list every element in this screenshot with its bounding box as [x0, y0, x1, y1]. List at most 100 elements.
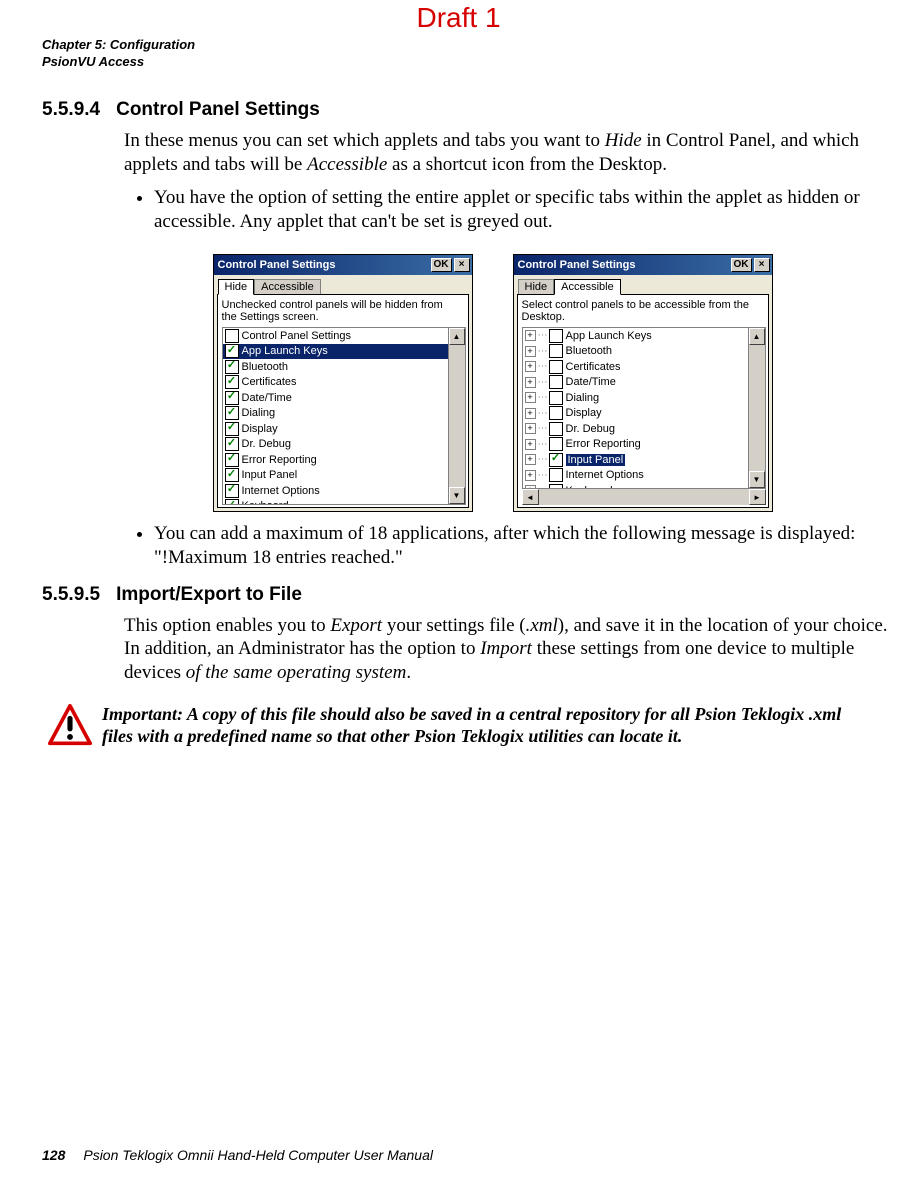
scroll-up-icon[interactable]: ▲: [749, 328, 765, 345]
scroll-left-icon[interactable]: ◄: [522, 489, 539, 505]
tab-hide[interactable]: Hide: [218, 279, 255, 295]
list-item-label: Dialing: [242, 407, 276, 419]
warning-icon: [48, 703, 92, 752]
tree-item-label: Date/Time: [566, 376, 616, 388]
hint-text: Select control panels to be accessible f…: [522, 299, 766, 324]
tree-item[interactable]: ⋯Bluetooth: [523, 344, 748, 360]
checkbox-unchecked-icon[interactable]: [549, 437, 563, 451]
list-item[interactable]: Error Reporting: [223, 452, 448, 468]
checkbox-unchecked-icon[interactable]: [549, 406, 563, 420]
expand-icon[interactable]: [525, 439, 536, 450]
expand-icon[interactable]: [525, 392, 536, 403]
important-note: Important: A copy of this file should al…: [102, 703, 872, 748]
tree-item[interactable]: ⋯ Input Panel: [523, 452, 748, 468]
checkbox-unchecked-icon[interactable]: [549, 422, 563, 436]
section-heading-1: 5.5.9.4 Control Panel Settings: [42, 99, 903, 121]
tree-item-label: Input Panel: [566, 454, 626, 466]
expand-icon[interactable]: [525, 361, 536, 372]
expand-icon[interactable]: [525, 485, 536, 488]
tree-connector-icon: ⋯: [538, 454, 546, 465]
expand-icon[interactable]: [525, 330, 536, 341]
close-button[interactable]: ×: [454, 258, 470, 272]
list-item[interactable]: Dr. Debug: [223, 437, 448, 453]
expand-icon[interactable]: [525, 454, 536, 465]
tree-item[interactable]: ⋯Dr. Debug: [523, 421, 748, 437]
ok-button[interactable]: OK: [731, 258, 752, 272]
checkbox-checked-icon[interactable]: [225, 453, 239, 467]
scroll-down-icon[interactable]: ▼: [749, 471, 765, 488]
tree-item[interactable]: ⋯App Launch Keys: [523, 328, 748, 344]
checkbox-unchecked-icon[interactable]: [549, 344, 563, 358]
list-item[interactable]: Keyboard: [223, 499, 448, 505]
scroll-right-icon[interactable]: ►: [749, 489, 766, 505]
scroll-up-icon[interactable]: ▲: [449, 328, 465, 345]
list-item[interactable]: App Launch Keys: [223, 344, 448, 360]
tab-hide[interactable]: Hide: [518, 279, 555, 295]
section-number: 5.5.9.5: [42, 584, 100, 606]
page-number: 128: [42, 1147, 65, 1163]
checkbox-unchecked-icon[interactable]: [549, 468, 563, 482]
checkbox-unchecked-icon[interactable]: [549, 375, 563, 389]
list-item-label: Display: [242, 423, 278, 435]
checkbox-checked-icon[interactable]: [225, 468, 239, 482]
tree-item[interactable]: ⋯Certificates: [523, 359, 748, 375]
checkbox-unchecked-icon[interactable]: [225, 329, 239, 343]
tree-item-label: Dialing: [566, 392, 600, 404]
tree-item[interactable]: ⋯Error Reporting: [523, 437, 748, 453]
expand-icon[interactable]: [525, 470, 536, 481]
checkbox-checked-icon[interactable]: [225, 437, 239, 451]
tree-item[interactable]: ⋯Keyboard: [523, 483, 748, 488]
tree-item[interactable]: ⋯Dialing: [523, 390, 748, 406]
checkbox-unchecked-icon[interactable]: [549, 391, 563, 405]
checkbox-checked-icon[interactable]: [225, 406, 239, 420]
expand-icon[interactable]: [525, 408, 536, 419]
tree-item[interactable]: ⋯Date/Time: [523, 375, 748, 391]
list-item-label: Keyboard: [242, 500, 289, 504]
checkbox-checked-icon[interactable]: [225, 391, 239, 405]
window-title: Control Panel Settings: [516, 259, 729, 271]
tree-connector-icon: ⋯: [538, 470, 546, 481]
applet-tree[interactable]: ⋯App Launch Keys⋯Bluetooth⋯Certificates⋯…: [522, 327, 766, 489]
section1-para1: In these menus you can set which applets…: [124, 129, 897, 177]
list-item[interactable]: Dialing: [223, 406, 448, 422]
section-title: Control Panel Settings: [116, 99, 320, 121]
vertical-scrollbar[interactable]: ▲ ▼: [748, 328, 765, 488]
scroll-down-icon[interactable]: ▼: [449, 487, 465, 504]
horizontal-scrollbar[interactable]: ◄ ►: [522, 488, 766, 505]
checkbox-checked-icon[interactable]: [225, 360, 239, 374]
tree-item-label: Display: [566, 407, 602, 419]
checkbox-unchecked-icon[interactable]: [549, 360, 563, 374]
applet-list[interactable]: Control Panel SettingsApp Launch KeysBlu…: [222, 327, 466, 505]
checkbox-checked-icon[interactable]: [225, 344, 239, 358]
checkbox-unchecked-icon[interactable]: [549, 329, 563, 343]
titlebar: Control Panel Settings OK ×: [214, 255, 472, 275]
checkbox-checked-icon[interactable]: [225, 499, 239, 504]
checkbox-checked-icon[interactable]: [549, 453, 563, 467]
checkbox-checked-icon[interactable]: [225, 375, 239, 389]
tab-accessible[interactable]: Accessible: [554, 279, 621, 295]
checkbox-unchecked-icon[interactable]: [549, 484, 563, 488]
checkbox-checked-icon[interactable]: [225, 422, 239, 436]
list-item[interactable]: Control Panel Settings: [223, 328, 448, 344]
list-item[interactable]: Date/Time: [223, 390, 448, 406]
vertical-scrollbar[interactable]: ▲ ▼: [448, 328, 465, 504]
list-item[interactable]: Certificates: [223, 375, 448, 391]
tree-item[interactable]: ⋯Internet Options: [523, 468, 748, 484]
section1-bullet1: You have the option of setting the entir…: [154, 186, 903, 234]
list-item[interactable]: Internet Options: [223, 483, 448, 499]
list-item[interactable]: Bluetooth: [223, 359, 448, 375]
checkbox-checked-icon[interactable]: [225, 484, 239, 498]
list-item[interactable]: Display: [223, 421, 448, 437]
section-number: 5.5.9.4: [42, 99, 100, 121]
expand-icon[interactable]: [525, 346, 536, 357]
expand-icon[interactable]: [525, 377, 536, 388]
close-button[interactable]: ×: [754, 258, 770, 272]
ok-button[interactable]: OK: [431, 258, 452, 272]
list-item-label: Input Panel: [242, 469, 298, 481]
tab-accessible[interactable]: Accessible: [254, 279, 321, 295]
tree-item-label: Certificates: [566, 361, 621, 373]
list-item-label: Certificates: [242, 376, 297, 388]
tree-item[interactable]: ⋯Display: [523, 406, 748, 422]
list-item[interactable]: Input Panel: [223, 468, 448, 484]
expand-icon[interactable]: [525, 423, 536, 434]
